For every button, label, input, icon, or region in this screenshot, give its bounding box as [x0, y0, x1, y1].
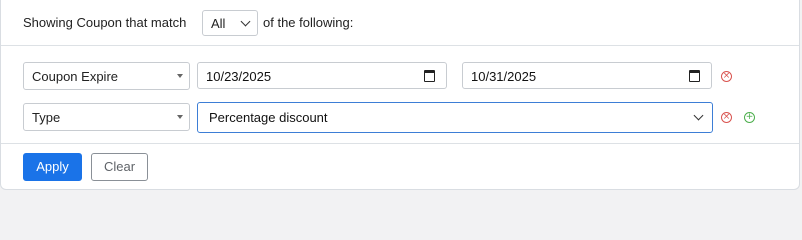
end-date-value: 10/31/2025	[471, 69, 537, 84]
dropdown-arrow-icon	[177, 115, 183, 119]
add-condition-icon[interactable]: +	[744, 112, 755, 123]
condition-1-field-select[interactable]: Coupon Expire	[23, 62, 190, 90]
chevron-down-icon	[240, 16, 251, 27]
condition-2-field-select[interactable]: Type	[23, 103, 190, 131]
condition-2-field-value: Type	[32, 110, 61, 125]
calendar-icon[interactable]	[424, 70, 435, 82]
remove-condition-icon[interactable]: ×	[721, 112, 732, 123]
condition-2-value: Percentage discount	[209, 110, 328, 125]
chevron-down-icon	[693, 110, 704, 121]
calendar-icon[interactable]	[689, 70, 700, 82]
match-mode-value: All	[211, 16, 226, 31]
condition-1-start-date-input[interactable]: 10/23/2025	[197, 62, 447, 89]
dropdown-arrow-icon	[177, 74, 183, 78]
start-date-value: 10/23/2025	[206, 69, 272, 84]
remove-condition-icon[interactable]: ×	[721, 71, 732, 82]
filter-panel: Showing Coupon that match All of the fol…	[0, 0, 800, 190]
match-mode-select[interactable]: All	[202, 10, 258, 36]
apply-button[interactable]: Apply	[23, 153, 82, 181]
condition-1-end-date-input[interactable]: 10/31/2025	[462, 62, 712, 89]
clear-button[interactable]: Clear	[91, 153, 148, 181]
condition-1-field-value: Coupon Expire	[32, 69, 118, 84]
footer-divider	[1, 143, 799, 144]
filter-header: Showing Coupon that match All of the fol…	[1, 0, 799, 46]
condition-2-value-select[interactable]: Percentage discount	[197, 102, 713, 133]
filter-header-prefix: Showing Coupon that match	[23, 15, 187, 30]
filter-header-suffix: of the following:	[263, 15, 354, 30]
